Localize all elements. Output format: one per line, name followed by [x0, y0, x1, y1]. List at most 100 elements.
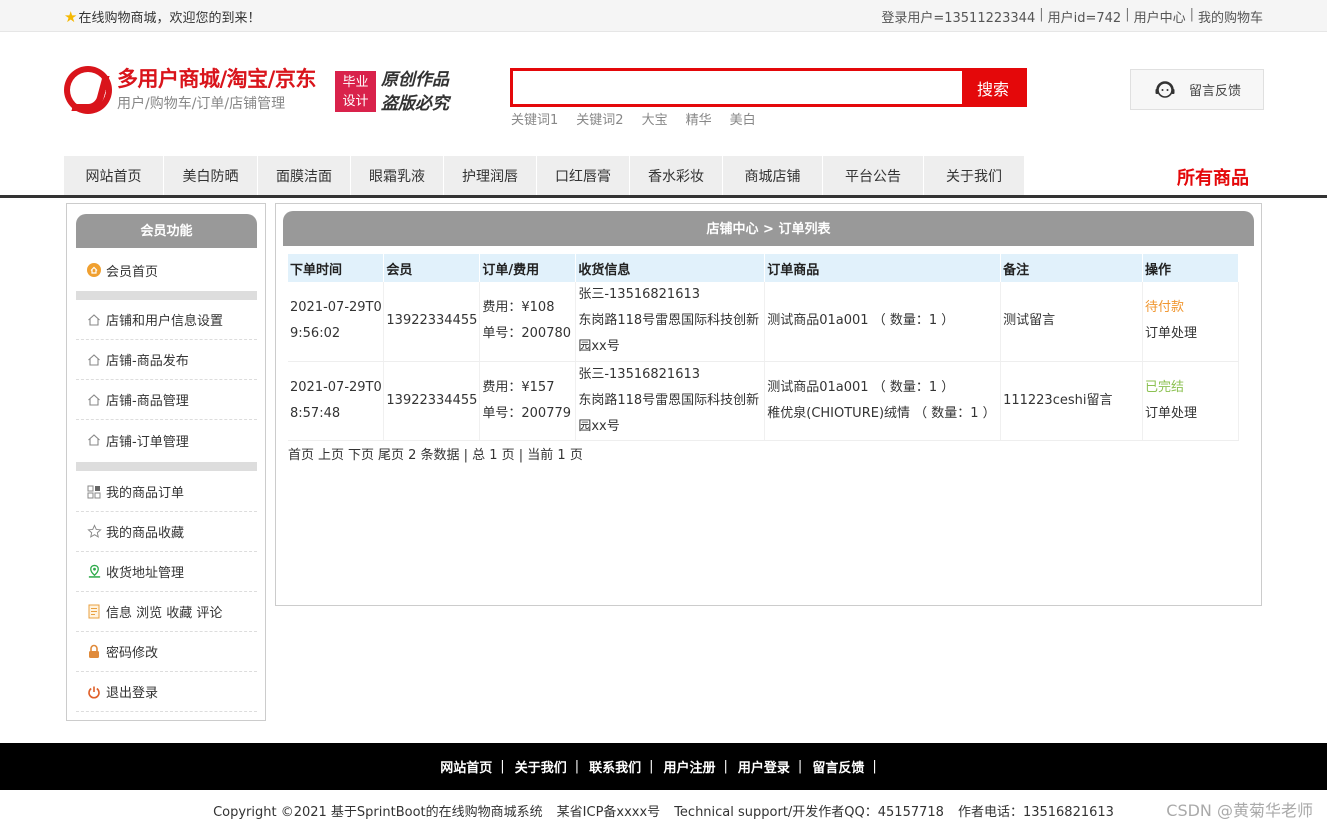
separator: |	[797, 759, 803, 774]
sidebar-item-my-favorites[interactable]: 我的商品收藏	[76, 512, 257, 552]
sidebar-item-goods-manage[interactable]: 店铺-商品管理	[76, 380, 257, 420]
hot-keywords: 关键词1 关键词2 大宝 精华 美白	[511, 109, 756, 128]
first-page-link[interactable]: 首页	[288, 444, 314, 463]
column-header: 操作	[1142, 254, 1239, 282]
location-pin-icon	[86, 564, 102, 580]
nav-item-about[interactable]: 关于我们	[924, 156, 1025, 196]
all-goods-link[interactable]: 所有商品	[1177, 164, 1249, 190]
sidebar-item-logout[interactable]: 退出登录	[76, 672, 257, 712]
star-icon: ★	[64, 7, 78, 26]
column-header: 收货信息	[575, 254, 766, 282]
sidebar-item-goods-publish[interactable]: 店铺-商品发布	[76, 340, 257, 380]
column-header: 下单时间	[288, 254, 385, 282]
hotword-link[interactable]: 精华	[686, 109, 712, 128]
order-time: 2021-07-29T08:57:48	[288, 361, 385, 441]
pagination-summary: 2 条数据 | 总 1 页 | 当前 1 页	[408, 448, 583, 463]
house-icon	[86, 432, 102, 448]
sidebar-item-shop-settings[interactable]: 店铺和用户信息设置	[76, 300, 257, 340]
hotword-link[interactable]: 美白	[730, 109, 756, 128]
member-sidebar: 会员功能 会员首页 店铺和用户信息设置 店铺-商品发布 店铺-商品管理 店铺-订…	[66, 203, 266, 721]
receiver-address: 东岗路118号雷恩国际科技创新园xx号	[578, 392, 760, 434]
sidebar-item-label: 收货地址管理	[106, 566, 185, 581]
nav-item-lip-care[interactable]: 护理润唇	[444, 156, 537, 196]
nav-item-eye-cream[interactable]: 眼霜乳液	[351, 156, 444, 196]
sidebar-item-label: 我的商品订单	[106, 486, 185, 501]
separator: |	[723, 759, 728, 774]
sidebar-divider	[76, 291, 257, 300]
nav-item-perfume[interactable]: 香水彩妆	[630, 156, 723, 196]
sidebar-item-address[interactable]: 收货地址管理	[76, 552, 257, 592]
order-goods-item: 测试商品01a001 （ 数量：1 ）	[767, 313, 955, 329]
sidebar-item-info-browse[interactable]: 信息 浏览 收藏 评论	[76, 592, 257, 632]
nav-item-shops[interactable]: 商城店铺	[723, 156, 823, 196]
site-logo[interactable]: 多用户商城/淘宝/京东 用户/购物车/订单/店铺管理	[64, 66, 316, 114]
nav-item-whitening[interactable]: 美白防晒	[164, 156, 258, 196]
order-remark: 测试留言	[1000, 282, 1144, 362]
sidebar-item-label: 会员首页	[106, 264, 159, 280]
hotword-link[interactable]: 大宝	[642, 109, 668, 128]
order-actions-cell: 待付款 订单处理	[1142, 282, 1239, 362]
nav-item-mask[interactable]: 面膜洁面	[258, 156, 351, 196]
welcome-text: 在线购物商城，欢迎您的到来！	[78, 11, 261, 26]
nav-item-home[interactable]: 网站首页	[64, 156, 164, 196]
separator: |	[500, 759, 505, 774]
sidebar-divider	[76, 462, 257, 471]
watermark: CSDN @黄菊华老师	[1166, 801, 1313, 820]
receiver-address: 东岗路118号雷恩国际科技创新园xx号	[578, 313, 760, 355]
sidebar-item-password[interactable]: 密码修改	[76, 632, 257, 672]
sidebar-title: 会员功能	[76, 214, 257, 248]
order-goods-cell: 测试商品01a001 （ 数量：1 ）	[764, 282, 1002, 362]
order-receiver-cell: 张三-13516821613 东岗路118号雷恩国际科技创新园xx号	[575, 282, 766, 362]
footer-links: 网站首页 | 关于我们 | 联系我们 | 用户注册 | 用户登录 | 留言反馈 |	[0, 743, 1327, 790]
document-icon	[86, 604, 102, 620]
login-user-text: 登录用户=13511223344	[881, 11, 1036, 26]
separator: |	[1125, 7, 1130, 22]
slogan: 原创作品 盗版必究	[381, 68, 449, 116]
footer-link-contact[interactable]: 联系我们	[589, 757, 641, 776]
last-page-link[interactable]: 尾页	[378, 444, 404, 463]
order-goods-item: 稚优泉(CHIOTURE)绒情 （ 数量：1 ）	[767, 405, 996, 421]
search-input[interactable]	[513, 71, 962, 104]
sidebar-item-label: 店铺-商品管理	[106, 394, 189, 409]
order-list-panel: 店铺中心 > 订单列表 下单时间 会员 订单/费用 收货信息 订单商品 备注 操…	[275, 203, 1262, 606]
column-header: 订单/费用	[479, 254, 577, 282]
feedback-label: 留言反馈	[1189, 84, 1242, 99]
process-order-link[interactable]: 订单处理	[1145, 406, 1197, 421]
column-header: 备注	[1000, 254, 1144, 282]
pagination: 首页 上页 下页 尾页 2 条数据 | 总 1 页 | 当前 1 页	[288, 444, 583, 463]
footer-link-home[interactable]: 网站首页	[440, 757, 492, 776]
order-receiver-cell: 张三-13516821613 东岗路118号雷恩国际科技创新园xx号	[575, 361, 766, 441]
sidebar-item-my-orders[interactable]: 我的商品订单	[76, 472, 257, 512]
next-page-link[interactable]: 下页	[348, 444, 374, 463]
slogan-line-1: 原创作品	[381, 70, 449, 90]
prev-page-link[interactable]: 上页	[318, 444, 344, 463]
footer-link-register[interactable]: 用户注册	[664, 757, 716, 776]
user-center-link[interactable]: 用户中心	[1134, 7, 1186, 26]
order-fee: 费用：¥157	[482, 379, 555, 395]
hotword-link[interactable]: 关键词1	[511, 109, 558, 128]
order-member: 13922334455	[383, 282, 481, 362]
footer-link-login[interactable]: 用户登录	[738, 757, 790, 776]
nav-item-notices[interactable]: 平台公告	[823, 156, 924, 196]
sidebar-item-label: 店铺-商品发布	[106, 354, 189, 369]
sidebar-item-label: 店铺-订单管理	[106, 434, 189, 450]
feedback-button[interactable]: 留言反馈	[1130, 69, 1264, 110]
receiver-name-phone: 张三-13516821613	[578, 287, 701, 303]
panel-title: 店铺中心 > 订单列表	[283, 211, 1254, 246]
sidebar-item-label: 信息 浏览 收藏 评论	[106, 606, 223, 621]
house-icon	[86, 392, 102, 408]
separator: |	[1189, 7, 1194, 22]
sidebar-item-order-manage[interactable]: 店铺-订单管理	[76, 420, 257, 460]
process-order-link[interactable]: 订单处理	[1145, 326, 1197, 341]
house-icon	[86, 352, 102, 368]
order-remark: 111223ceshi留言	[1000, 361, 1144, 441]
home-circle-icon	[86, 262, 102, 278]
hotword-link[interactable]: 关键词2	[576, 109, 623, 128]
orders-table: 下单时间 会员 订单/费用 收货信息 订单商品 备注 操作 2021-07-29…	[288, 254, 1239, 441]
footer-link-about[interactable]: 关于我们	[515, 757, 567, 776]
sidebar-item-member-home[interactable]: 会员首页	[76, 250, 257, 290]
search-button[interactable]: 搜索	[962, 71, 1024, 104]
nav-item-lipstick[interactable]: 口红唇膏	[537, 156, 630, 196]
my-cart-link[interactable]: 我的购物车	[1198, 7, 1263, 26]
footer-link-feedback[interactable]: 留言反馈	[812, 757, 864, 776]
